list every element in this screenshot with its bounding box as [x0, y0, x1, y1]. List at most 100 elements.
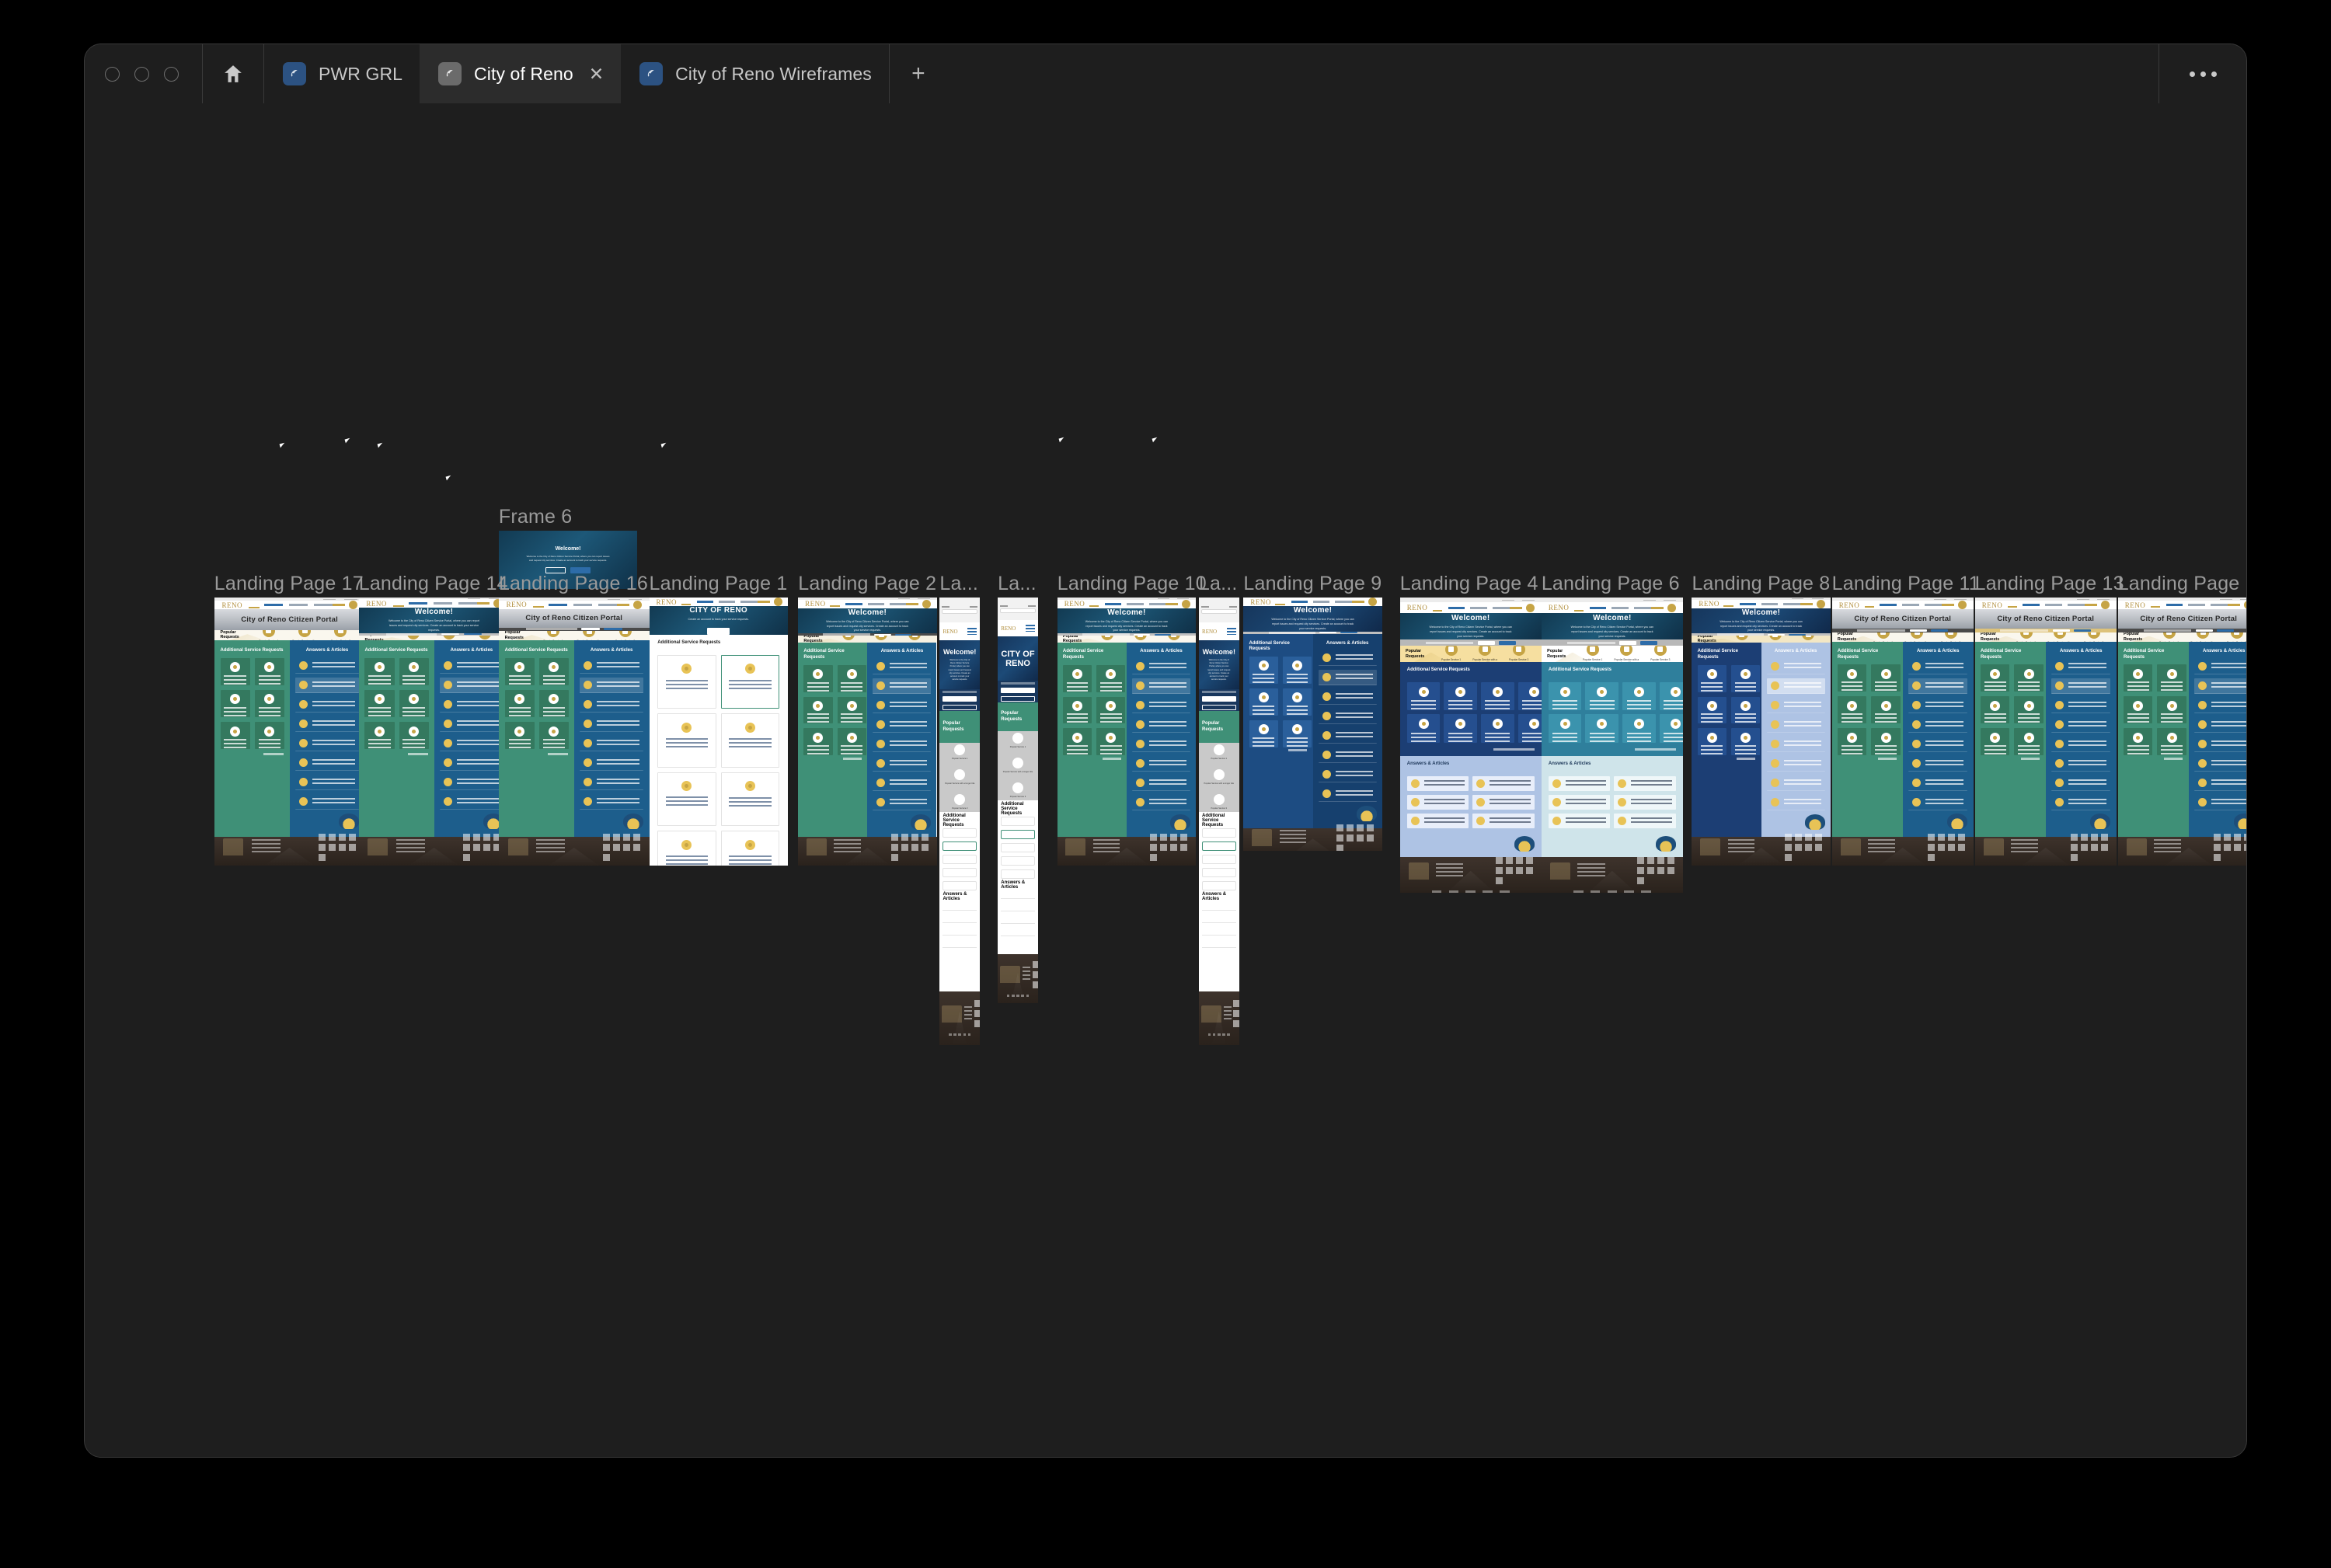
social-icon[interactable]: [1525, 867, 1533, 875]
login-link[interactable]: [1176, 598, 1190, 599]
article-row[interactable]: [1132, 737, 1190, 753]
service-card[interactable]: [2157, 728, 2186, 756]
login-link[interactable]: [2240, 598, 2246, 600]
nav-item-services[interactable]: [1448, 606, 1465, 609]
signup-button[interactable]: [943, 704, 977, 710]
article-row[interactable]: [295, 794, 359, 810]
social-icon[interactable]: [1795, 843, 1803, 851]
article-row[interactable]: [1132, 698, 1190, 714]
article-row[interactable]: [1132, 795, 1190, 811]
social-icon[interactable]: [1815, 833, 1823, 841]
social-icon[interactable]: [338, 833, 346, 841]
service-card[interactable]: [1282, 656, 1312, 684]
design-frame[interactable]: RENO Welcome! Welcome to the City of Reno…: [1541, 598, 1683, 893]
login-link[interactable]: [2097, 598, 2110, 600]
nav-item-contact[interactable]: [1634, 606, 1651, 609]
avatar[interactable]: [2243, 601, 2246, 610]
social-links[interactable]: [1927, 833, 1965, 861]
social-icon[interactable]: [1347, 824, 1354, 831]
service-card[interactable]: [2123, 664, 2153, 692]
service-card[interactable]: [1837, 664, 1867, 692]
service-card[interactable]: [399, 657, 429, 686]
social-icon[interactable]: [1637, 877, 1644, 885]
service-card[interactable]: [1202, 841, 1236, 851]
social-icon[interactable]: [472, 843, 480, 851]
social-icon[interactable]: [1160, 833, 1168, 841]
popular-service-3[interactable]: Popular Service 3: [1010, 782, 1026, 798]
social-icon[interactable]: [602, 833, 610, 841]
article-row[interactable]: [1766, 678, 1825, 695]
frame-label[interactable]: Landing Page 2: [798, 573, 936, 595]
login-button[interactable]: [943, 695, 977, 702]
social-links[interactable]: [890, 833, 929, 861]
popular-service-3[interactable]: Popular Service 3: [952, 794, 967, 810]
nav-search[interactable]: [476, 599, 502, 608]
social-icon[interactable]: [2243, 843, 2246, 851]
article-row[interactable]: [873, 717, 932, 733]
article-row[interactable]: [1202, 927, 1236, 936]
popular-service-1[interactable]: Popular Service 1: [1578, 646, 1607, 662]
social-icon[interactable]: [1657, 857, 1664, 865]
service-card[interactable]: [657, 831, 716, 866]
signup-button[interactable]: [581, 628, 600, 631]
article-row[interactable]: [1472, 795, 1535, 810]
service-card[interactable]: [803, 664, 833, 692]
article-row[interactable]: [440, 755, 503, 771]
signup-button[interactable]: [1202, 704, 1236, 710]
nav-item-articles[interactable]: [433, 602, 452, 605]
article-row[interactable]: [2051, 737, 2111, 752]
service-card[interactable]: [1001, 869, 1035, 880]
service-card[interactable]: [538, 722, 569, 750]
login-link[interactable]: [918, 598, 930, 599]
social-links[interactable]: [2070, 833, 2108, 861]
social-icon[interactable]: [2233, 843, 2241, 851]
avatar[interactable]: [1957, 601, 1967, 610]
signup-link[interactable]: [2077, 598, 2089, 600]
nav-item-articles[interactable]: [2045, 604, 2062, 607]
design-frame[interactable]: RENO Welcome! Welcome to the City of Reno…: [1243, 598, 1382, 852]
article-row[interactable]: [1406, 776, 1469, 792]
design-frame[interactable]: RENO City of Reno Citizen Portal Popular…: [498, 598, 650, 866]
article-row[interactable]: [295, 658, 359, 674]
social-icon[interactable]: [911, 833, 918, 841]
view-all-services-link[interactable]: [2020, 758, 2040, 761]
social-icon[interactable]: [1947, 843, 1955, 851]
frame-label[interactable]: Frame 6: [499, 506, 572, 528]
nav-item-services[interactable]: [408, 602, 427, 605]
close-tab-button[interactable]: ✕: [589, 64, 604, 83]
service-card[interactable]: [1585, 682, 1619, 711]
social-icon[interactable]: [2243, 833, 2246, 841]
signup-button[interactable]: [1909, 629, 1927, 632]
minimize-window-button[interactable]: [134, 66, 149, 82]
service-card[interactable]: [1202, 828, 1236, 838]
article-row[interactable]: [1766, 698, 1825, 714]
signup-button[interactable]: [1477, 640, 1495, 645]
tab-pwr-grl[interactable]: PWR GRL: [264, 44, 420, 103]
popular-service-3[interactable]: Popular Service 3: [1936, 632, 1965, 642]
brand-logo[interactable]: RENO: [1699, 600, 1720, 608]
article-row[interactable]: [440, 794, 503, 810]
nav-item-contact[interactable]: [890, 602, 907, 605]
service-card[interactable]: [720, 831, 780, 866]
address-bar[interactable]: [942, 609, 977, 615]
popular-service-3[interactable]: Popular Service 3: [901, 636, 929, 642]
article-row[interactable]: [2051, 756, 2111, 772]
social-icon[interactable]: [2070, 833, 2078, 841]
avatar[interactable]: [773, 598, 782, 607]
popular-service-3[interactable]: Popular Service 3: [326, 629, 356, 640]
service-card[interactable]: [657, 713, 716, 768]
design-frame[interactable]: RENO City of Reno Citizen Portal Popular…: [1831, 598, 1974, 866]
social-icon[interactable]: [2070, 853, 2078, 861]
article-row[interactable]: [1908, 717, 1968, 733]
article-row[interactable]: [873, 659, 932, 675]
nav-item-contact[interactable]: [1493, 606, 1510, 609]
article-row[interactable]: [295, 755, 359, 771]
nav-item-services[interactable]: [1739, 602, 1756, 605]
article-row[interactable]: [1472, 814, 1535, 829]
hamburger-menu-icon[interactable]: [1226, 628, 1236, 636]
popular-service-2[interactable]: Popular Service with a longer title: [574, 631, 605, 640]
article-row[interactable]: [1766, 717, 1825, 733]
social-icon[interactable]: [1336, 824, 1343, 831]
social-icon[interactable]: [890, 833, 898, 841]
article-row[interactable]: [2051, 659, 2111, 674]
